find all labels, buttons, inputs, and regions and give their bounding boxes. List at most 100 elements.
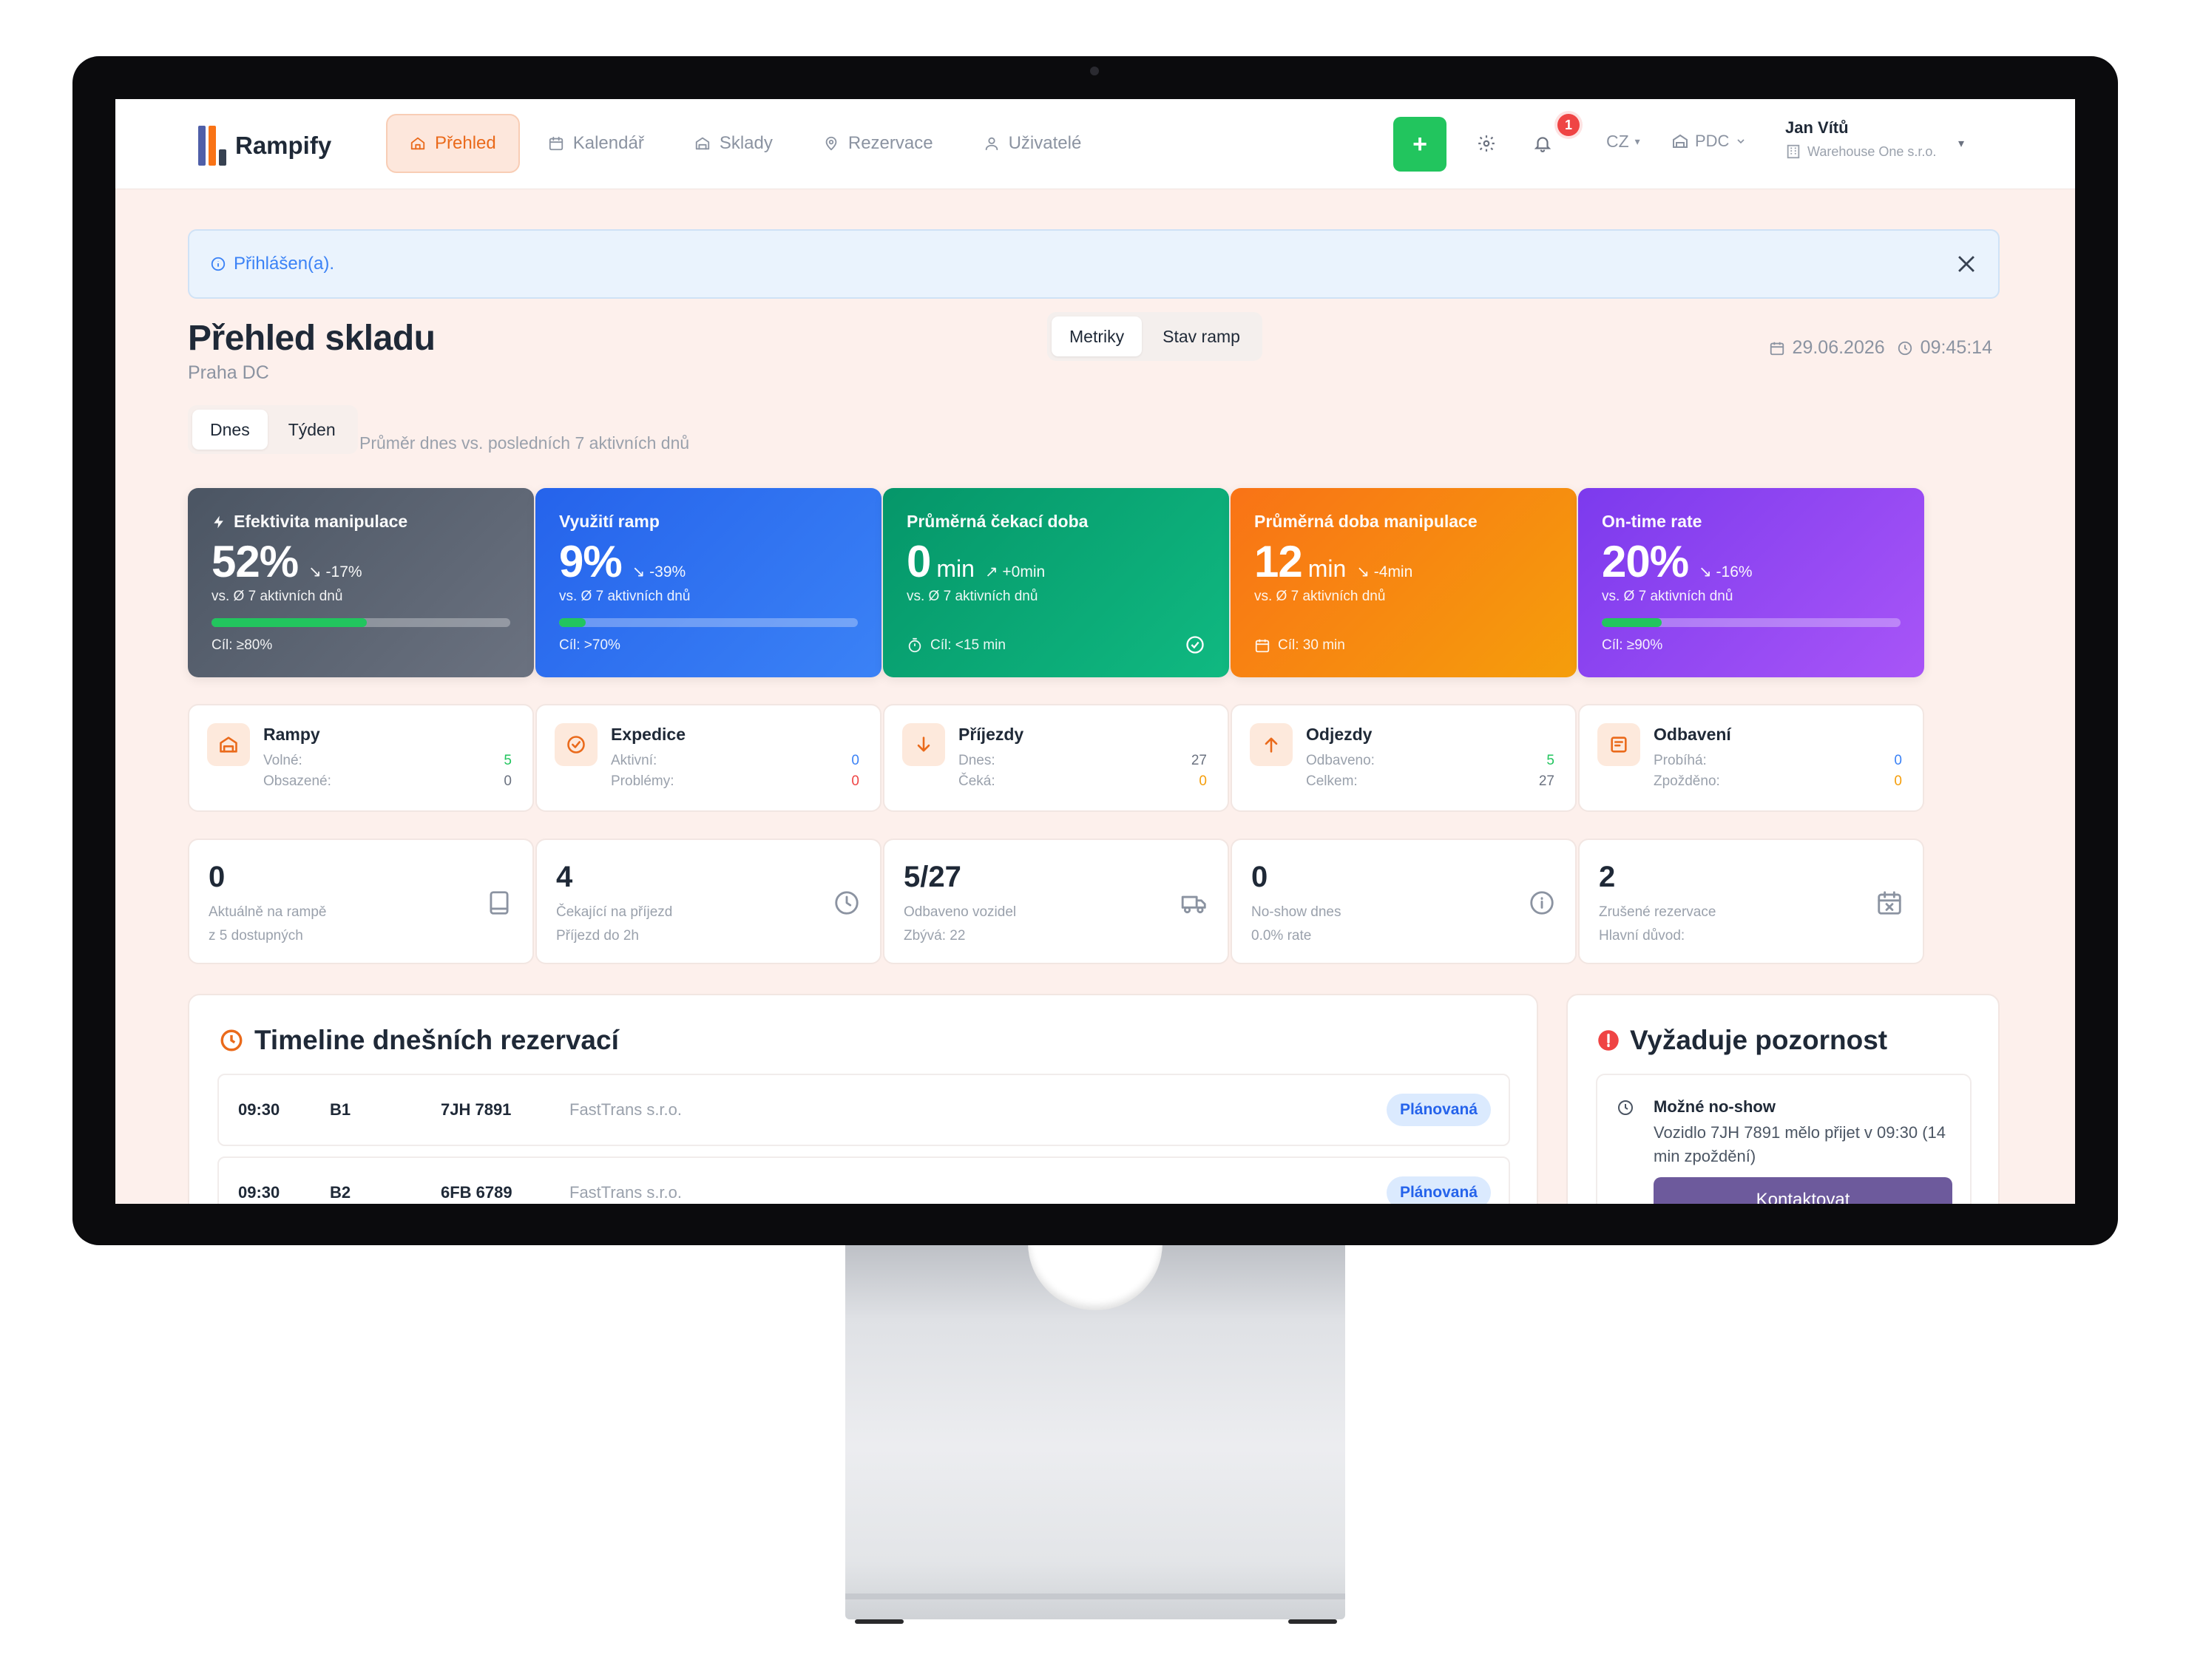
add-button[interactable]: + xyxy=(1393,117,1446,172)
nav-rezervace[interactable]: Rezervace xyxy=(801,114,955,173)
brand-logo[interactable]: Rampify xyxy=(198,126,331,166)
metric-card[interactable]: 0 Aktuálně na rampě z 5 dostupných xyxy=(188,839,534,964)
stat-card[interactable]: Příjezdy Dnes: 27 Čeká: 0 xyxy=(883,704,1229,812)
tab-tyden[interactable]: Týden xyxy=(271,410,353,450)
kpi-delta-row: ↘ -4min xyxy=(1356,563,1412,581)
clock-icon xyxy=(220,1029,243,1051)
kpi-progress-bar xyxy=(212,618,510,627)
monitor-bezel: Rampify Přehled Kalendář Sklady Rezervace Už… xyxy=(72,56,2118,1245)
clock-icon xyxy=(835,891,859,915)
stat-title: Příjezdy xyxy=(958,725,1024,744)
metric-sublabel: Příjezd do 2h xyxy=(556,928,639,944)
metric-sublabel: Hlavní důvod: xyxy=(1599,928,1685,944)
kpi-title: On-time rate xyxy=(1602,512,1702,531)
metric-icon-wrap xyxy=(833,889,861,917)
kpi-goal: Cíl: ≥90% xyxy=(1602,637,1663,653)
attention-item-title: Možné no-show xyxy=(1654,1097,1776,1116)
calendar-icon xyxy=(1255,639,1270,653)
kpi-value: 9% xyxy=(559,537,623,586)
metric-label: Čekající na příjezd xyxy=(556,904,673,920)
calendar-icon xyxy=(1770,342,1784,355)
nav-sklady[interactable]: Sklady xyxy=(672,114,795,173)
reservation-carrier: FastTrans s.r.o. xyxy=(569,1183,683,1202)
tab-stav-ramp[interactable]: Stav ramp xyxy=(1145,316,1258,356)
kpi-value: 0 xyxy=(907,537,931,586)
metric-icon-wrap xyxy=(1528,889,1556,917)
nav-label: Sklady xyxy=(719,133,773,153)
kpi-card[interactable]: Průměrná čekací doba 0 min ↗ +0min vs. Ø 7 a… xyxy=(883,488,1229,677)
brand-name: Rampify xyxy=(235,132,332,159)
tab-dnes[interactable]: Dnes xyxy=(192,410,268,450)
metric-value: 2 xyxy=(1599,861,1616,893)
calendar-icon xyxy=(549,136,563,151)
nav-kalendar[interactable]: Kalendář xyxy=(526,114,666,173)
stat-label: Obsazené: xyxy=(263,773,331,789)
chevron-down-icon[interactable]: ▾ xyxy=(1958,136,1964,151)
kpi-delta: +0min xyxy=(1002,563,1046,580)
kpi-delta-row: ↗ +0min xyxy=(985,563,1045,581)
stat-label: Volné: xyxy=(263,753,302,768)
nav-label: Kalendář xyxy=(572,133,644,153)
map-pin-icon xyxy=(825,136,837,151)
metric-value: 0 xyxy=(209,861,226,893)
kpi-goal: Cíl: >70% xyxy=(559,637,620,653)
metric-label: Zrušené rezervace xyxy=(1599,904,1716,920)
kpi-card[interactable]: On-time rate 20% ↘ -16% vs. Ø 7 aktivních d… xyxy=(1578,488,1924,677)
nav-uzivatele[interactable]: Uživatelé xyxy=(961,114,1104,173)
status-badge: Plánovaná xyxy=(1386,1176,1491,1204)
kpi-card[interactable]: Průměrná doba manipulace 12 min ↘ -4min vs. … xyxy=(1231,488,1577,677)
stat-label: Celkem: xyxy=(1306,773,1358,789)
timeline-row[interactable]: 09:30 B1 7JH 7891 FastTrans s.r.o. Plánovaná xyxy=(217,1074,1510,1146)
date-time: 29.06.2026 09:45:14 xyxy=(1769,337,1992,359)
status-badge: Plánovaná xyxy=(1386,1094,1491,1126)
settings-icon[interactable] xyxy=(1472,129,1501,158)
stat-card[interactable]: Odjezdy Odbaveno: 5 Celkem: 27 xyxy=(1231,704,1577,812)
ramp-icon xyxy=(220,736,237,753)
metric-sublabel: 0.0% rate xyxy=(1251,928,1312,944)
kpi-title-row: Efektivita manipulace xyxy=(212,512,510,532)
kpi-comparison: vs. Ø 7 aktivních dnů xyxy=(1254,589,1386,604)
contact-button[interactable]: Kontaktovat xyxy=(1654,1177,1952,1204)
timeline-title: Timeline dnešních rezervací xyxy=(254,1025,619,1055)
metric-sublabel: Zbývá: 22 xyxy=(904,928,966,944)
timeline-row[interactable]: 09:30 B2 6FB 6789 FastTrans s.r.o. Plánovaná xyxy=(217,1156,1510,1204)
kpi-delta: -17% xyxy=(325,563,362,580)
stat-value: 0 xyxy=(851,753,859,768)
language-selector[interactable]: CZ ▾ xyxy=(1606,132,1640,152)
kpi-delta: -39% xyxy=(649,563,686,580)
metric-card[interactable]: 0 No-show dnes 0.0% rate xyxy=(1231,839,1577,964)
close-icon[interactable] xyxy=(1954,251,1979,277)
metric-card[interactable]: 4 Čekající na příjezd Příjezd do 2h xyxy=(535,839,881,964)
tablet-icon xyxy=(490,891,509,915)
warehouse-selector[interactable]: PDC xyxy=(1671,132,1747,151)
reservation-time: 09:30 xyxy=(238,1183,280,1202)
kpi-goal: Cíl: <15 min xyxy=(930,637,1006,653)
stand-foot-left xyxy=(855,1619,904,1624)
camera xyxy=(1090,67,1099,75)
nav-prehled[interactable]: Přehled xyxy=(386,114,520,173)
stat-card[interactable]: Odbavení Probíhá: 0 Zpožděno: 0 xyxy=(1578,704,1924,812)
bell-icon[interactable] xyxy=(1528,129,1557,158)
kpi-goal: Cíl: ≥80% xyxy=(212,637,273,653)
clipboard-icon xyxy=(1611,736,1627,753)
metric-card[interactable]: 2 Zrušené rezervace Hlavní důvod: xyxy=(1578,839,1924,964)
tab-metriky[interactable]: Metriky xyxy=(1052,316,1143,356)
kpi-card[interactable]: Využití ramp 9% ↘ -39% vs. Ø 7 aktivních dn… xyxy=(535,488,881,677)
stand-base xyxy=(845,1593,1345,1599)
view-toggle: Metriky Stav ramp xyxy=(1047,312,1262,361)
stat-value: 0 xyxy=(504,773,512,789)
arrow-down-icon xyxy=(917,736,930,752)
kpi-card[interactable]: Efektivita manipulace 52% ↘ -17% vs. Ø 7 ak… xyxy=(188,488,534,677)
warehouse-code: PDC xyxy=(1695,132,1730,150)
stat-label: Odbaveno: xyxy=(1306,753,1375,768)
stat-card[interactable]: Expedice Aktivní: 0 Problémy: 0 xyxy=(535,704,881,812)
metric-card[interactable]: 5/27 Odbaveno vozidel Zbývá: 22 xyxy=(883,839,1229,964)
metric-label: Odbaveno vozidel xyxy=(904,904,1017,920)
stat-card[interactable]: Rampy Volné: 5 Obsazené: 0 xyxy=(188,704,534,812)
kpi-value: 52% xyxy=(212,537,299,586)
user-menu[interactable]: Jan Vítů Warehouse One s.r.o. xyxy=(1785,118,1936,160)
kpi-goal: Cíl: 30 min xyxy=(1278,637,1345,653)
stat-value: 0 xyxy=(851,773,859,789)
stat-value: 0 xyxy=(1199,773,1207,789)
user-name: Jan Vítů xyxy=(1785,118,1849,137)
